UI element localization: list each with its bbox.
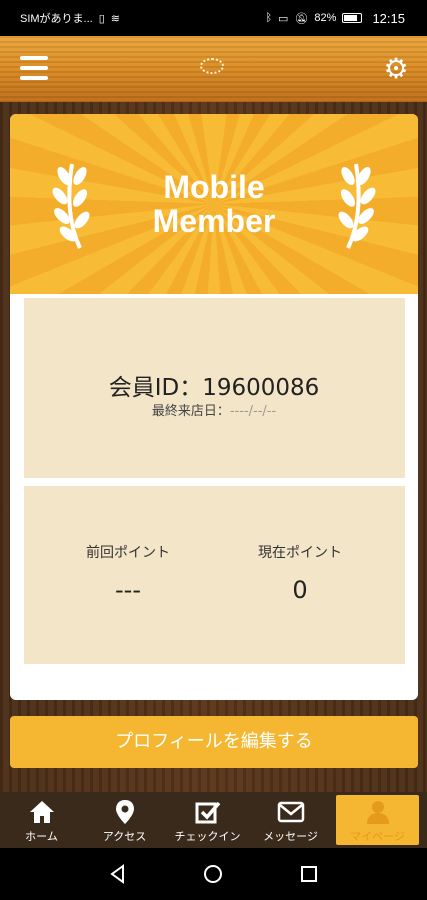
wifi-icon: ≋: [110, 12, 121, 25]
recents-icon[interactable]: [298, 863, 320, 885]
edit-profile-button[interactable]: プロフィールを編集する: [10, 716, 418, 768]
gear-icon[interactable]: ⚙: [381, 54, 411, 84]
previous-points-value: ---: [115, 576, 141, 604]
carrier-text: SIMがありま...: [20, 13, 93, 25]
menu-icon[interactable]: [20, 56, 48, 80]
status-left: SIMがありま... ▯ ≋: [20, 10, 120, 26]
back-icon[interactable]: [107, 863, 129, 885]
last-visit-value: ----/--/--: [229, 404, 277, 419]
checkin-icon: [195, 801, 220, 823]
member-id: 会員ID：19600086: [108, 375, 320, 401]
current-points-value: 0: [292, 576, 308, 604]
member-card: Mobile Member 会員ID：19600086 最終来店日：----/-…: [10, 114, 418, 700]
tab-bar: ホーム アクセス チェックイン メッセージ マイページ: [0, 792, 427, 848]
tab-message[interactable]: メッセージ: [249, 792, 332, 848]
battery-icon: [342, 13, 363, 23]
tab-mypage[interactable]: マイページ: [336, 795, 419, 845]
status-bar: SIMがありま... ▯ ≋ ᛒ ▭ 🔕︎ 82% 12:15: [0, 0, 427, 36]
sim-icon: ▯: [98, 12, 105, 25]
bluetooth-icon: ᛒ: [265, 12, 273, 24]
map-pin-icon: [115, 799, 134, 824]
tab-access-label: アクセス: [102, 829, 147, 843]
battery-percent: 82%: [314, 12, 337, 24]
laurel-right-icon: [338, 163, 376, 249]
clock: 12:15: [372, 10, 405, 26]
tab-message-label: メッセージ: [263, 829, 318, 843]
mute-icon: 🔕︎: [294, 12, 309, 25]
home-icon: [29, 800, 54, 823]
last-visit-label: 最終来店日：: [151, 404, 230, 419]
tab-mypage-label: マイページ: [350, 829, 405, 843]
home-circle-icon[interactable]: [202, 863, 224, 885]
tab-access[interactable]: アクセス: [83, 792, 166, 848]
tab-checkin[interactable]: チェックイン: [166, 792, 249, 848]
tab-home-label: ホーム: [25, 829, 58, 843]
current-points-label: 現在ポイント: [258, 545, 342, 561]
app-header: ⚙: [0, 36, 427, 102]
logo-icon: [200, 58, 224, 74]
tab-checkin-label: チェックイン: [174, 829, 241, 843]
tab-home[interactable]: ホーム: [0, 792, 83, 848]
last-visit: 最終来店日：----/--/--: [10, 400, 418, 419]
user-icon: [366, 800, 389, 824]
previous-points-label: 前回ポイント: [86, 545, 170, 561]
mail-icon: [277, 801, 304, 822]
mobile-member-banner: Mobile Member: [10, 114, 418, 294]
points-panel: [24, 486, 405, 664]
system-nav-bar: [0, 848, 427, 900]
status-right: ᛒ ▭ 🔕︎ 82% 12:15: [265, 11, 405, 26]
vibrate-icon: ▭: [278, 12, 289, 25]
